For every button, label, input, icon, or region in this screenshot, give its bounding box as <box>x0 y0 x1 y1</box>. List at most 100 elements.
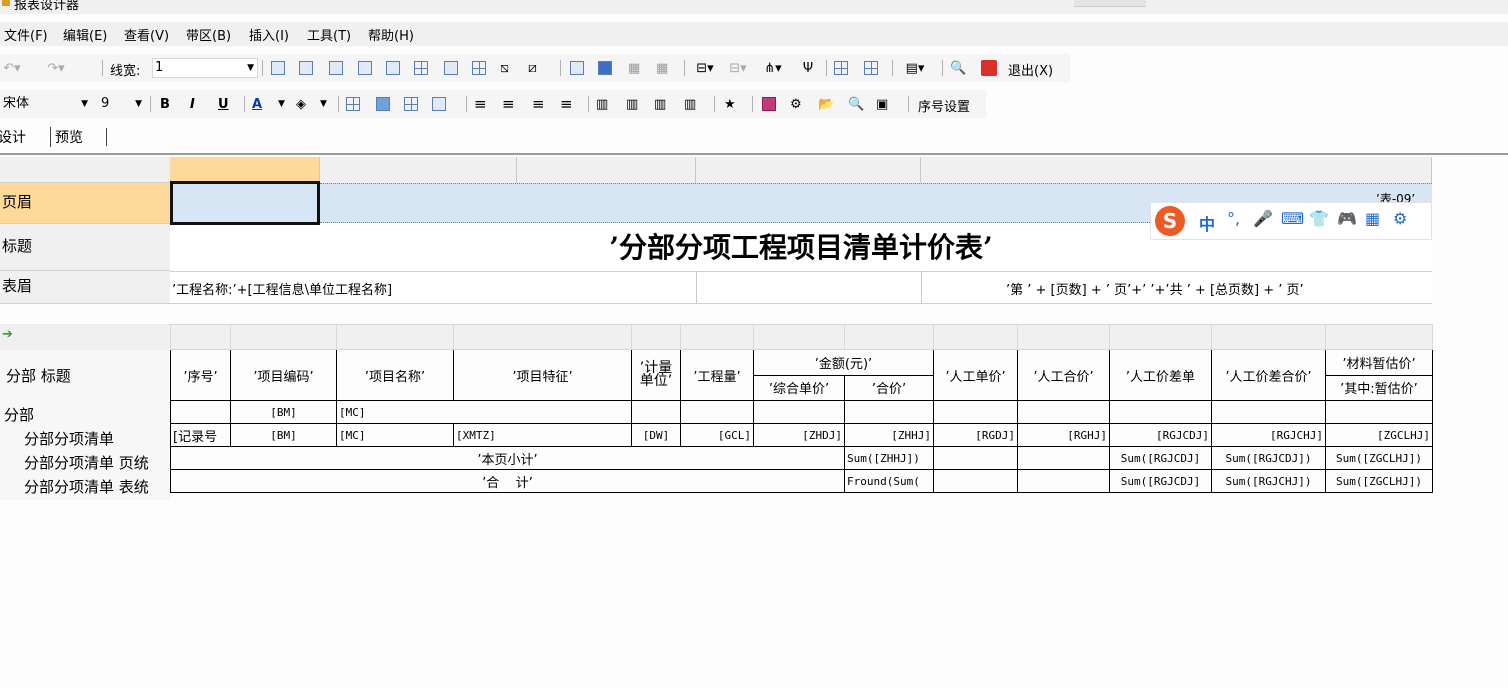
valign-top-icon[interactable]: ▥ <box>596 95 608 113</box>
valign-justify-icon[interactable]: ▥ <box>684 95 696 113</box>
page-icon[interactable] <box>762 97 776 111</box>
ruler-col-3[interactable] <box>517 157 696 183</box>
diagonal-up-icon[interactable]: ⧄ <box>528 59 537 77</box>
project-name-field[interactable]: ’工程名称:’+[工程信息\单位工程名称] <box>172 279 392 298</box>
item-cell[interactable]: [DW] <box>631 423 681 447</box>
page-sum-labor-diff[interactable]: Sum([RGJCDJ] <box>1109 446 1212 470</box>
window-control-button[interactable] <box>1074 0 1146 7</box>
menu-view[interactable]: 查看(V) <box>124 25 169 44</box>
ime-mode-indicator[interactable]: 中 <box>1199 211 1215 235</box>
microphone-icon[interactable]: 🎤 <box>1253 209 1273 228</box>
ime-toolbar[interactable]: S 中 °, 🎤 ⌨ 👕 🎮 ▦ ⚙ <box>1150 202 1432 240</box>
menu-band[interactable]: 带区(B) <box>186 25 231 44</box>
tab-preview[interactable]: 预览 <box>50 127 83 147</box>
header-seq[interactable]: ’序号’ <box>170 349 231 401</box>
page-sum-material[interactable]: Sum([ZGCLHJ]) <box>1325 446 1433 470</box>
insert-row-icon[interactable]: ▦ <box>628 59 640 77</box>
header-labor-diff[interactable]: ’人工价差单 <box>1109 349 1212 401</box>
border-inner-icon[interactable] <box>414 61 428 75</box>
calculator-icon[interactable]: ▣ <box>876 95 888 113</box>
keyboard-icon[interactable]: ⌨ <box>1281 209 1304 228</box>
edit-cell-icon[interactable] <box>432 97 446 111</box>
grand-sum-labor-diff[interactable]: Sum([RGJCDJ] <box>1109 469 1212 493</box>
menu-insert[interactable]: 插入(I) <box>249 25 289 44</box>
align-justify-icon[interactable]: ≡ <box>474 95 487 113</box>
page-sum-label[interactable]: ’本页小计’ <box>170 446 845 470</box>
grand-sum-labor-diff-total[interactable]: Sum([RGJCHJ]) <box>1211 469 1326 493</box>
ruler-col-5[interactable] <box>921 157 1432 183</box>
punctuation-icon[interactable]: °, <box>1227 209 1240 228</box>
item-cell[interactable]: [ZHDJ] <box>753 423 845 447</box>
ruler-col-1[interactable] <box>170 157 320 183</box>
grand-sum-material[interactable]: Sum([ZGCLHJ]) <box>1325 469 1433 493</box>
header-total[interactable]: ’合价’ <box>844 374 934 401</box>
split-cells-icon[interactable] <box>598 61 612 75</box>
chevron-down-icon[interactable]: ▼ <box>278 95 285 113</box>
division-name-cell[interactable]: [MC] <box>336 400 632 424</box>
game-icon[interactable]: 🎮 <box>1337 209 1357 228</box>
border-right-icon[interactable] <box>329 61 343 75</box>
band-title[interactable]: 标题 <box>0 224 170 271</box>
align-center-icon[interactable]: ≡ <box>532 95 545 113</box>
page-sum-labor-diff-total[interactable]: Sum([RGJCDJ]) <box>1211 446 1326 470</box>
border-outer-icon[interactable] <box>271 61 285 75</box>
page-sum-total[interactable]: Sum([ZHHJ]) <box>844 446 934 470</box>
cell-format-icon[interactable] <box>346 97 360 111</box>
border-bottom-icon[interactable] <box>386 61 400 75</box>
valign-middle-icon[interactable]: ▥ <box>626 95 638 113</box>
item-cell[interactable]: [XMTZ] <box>453 423 632 447</box>
band-item-list[interactable]: 分部分项清单 <box>0 428 170 452</box>
grand-sum-total[interactable]: Fround(Sum( <box>844 469 934 493</box>
band-page-header[interactable]: 页眉 <box>0 183 170 224</box>
selected-cell[interactable] <box>170 181 320 225</box>
delete-row-icon[interactable]: ▦ <box>656 59 668 77</box>
ruler-col-4[interactable] <box>696 157 921 183</box>
item-cell[interactable]: [RGHJ] <box>1017 423 1110 447</box>
tab-design[interactable]: 设计 <box>0 127 26 147</box>
page-info-field[interactable]: ’第 ’ + [页数] + ’ 页’+’ ’+’共 ’ + [总页数] + ’ … <box>1006 279 1304 298</box>
table-layout-icon[interactable] <box>864 61 878 75</box>
menu-tools[interactable]: 工具(T) <box>307 25 351 44</box>
table-style-icon[interactable]: ▤▾ <box>898 59 932 77</box>
header-labor-total[interactable]: ’人工合价’ <box>1017 349 1110 401</box>
item-cell[interactable]: [ZHHJ] <box>844 423 934 447</box>
header-labor-diff-total[interactable]: ’人工价差合价’ <box>1211 349 1326 401</box>
search-doc-icon[interactable]: 🔍 <box>848 95 864 113</box>
font-name-combo[interactable]: 宋体 ▼ <box>0 94 92 114</box>
diagonal-down-icon[interactable]: ⧅ <box>500 59 509 77</box>
menu-file[interactable]: 文件(F) <box>4 25 48 44</box>
border-all-icon[interactable] <box>472 61 486 75</box>
division-code-cell[interactable]: [BM] <box>230 400 337 424</box>
sequence-setting-button[interactable]: 序号设置 <box>918 96 970 115</box>
skin-icon[interactable]: 👕 <box>1309 209 1329 228</box>
line-width-combo[interactable]: 1 ▼ <box>152 58 258 78</box>
exit-icon[interactable] <box>981 60 997 76</box>
header-feature[interactable]: ’项目特征’ <box>453 349 632 401</box>
menu-help[interactable]: 帮助(H) <box>368 25 414 44</box>
ruler-col-2[interactable] <box>320 157 517 183</box>
border-left-icon[interactable] <box>299 61 313 75</box>
bold-button[interactable]: B <box>160 95 170 113</box>
chevron-down-icon[interactable]: ▼ <box>320 95 327 113</box>
merge-cells-icon[interactable] <box>570 61 584 75</box>
italic-button[interactable]: I <box>190 95 195 113</box>
align-right-icon[interactable]: ≡ <box>560 95 573 113</box>
header-unit-price[interactable]: ’综合单价’ <box>753 374 845 401</box>
table-property-icon[interactable] <box>404 97 418 111</box>
header-name[interactable]: ’项目名称’ <box>336 349 454 401</box>
header-material-est-sub[interactable]: ’其中:暂估价’ <box>1325 374 1433 401</box>
header-amount[interactable]: ’金额(元)’ <box>753 349 934 376</box>
valign-bottom-icon[interactable]: ▥ <box>654 95 666 113</box>
exit-button[interactable]: 退出(X) <box>1008 60 1053 79</box>
fork-icon[interactable]: Ψ <box>798 59 818 77</box>
border-top-icon[interactable] <box>358 61 372 75</box>
grand-sum-label[interactable]: ’合 计’ <box>170 469 845 493</box>
font-size-combo[interactable]: 9 ▼ <box>98 94 146 114</box>
redo-icon[interactable]: ↷▾ <box>46 59 66 77</box>
border-none-icon[interactable] <box>444 61 458 75</box>
header-labor-unit[interactable]: ’人工单价’ <box>933 349 1018 401</box>
band-division[interactable]: 分部 <box>0 404 170 428</box>
star-icon[interactable]: ★ <box>724 95 736 113</box>
align-left-icon[interactable]: ≡ <box>502 95 515 113</box>
item-cell[interactable]: [GCL] <box>680 423 754 447</box>
